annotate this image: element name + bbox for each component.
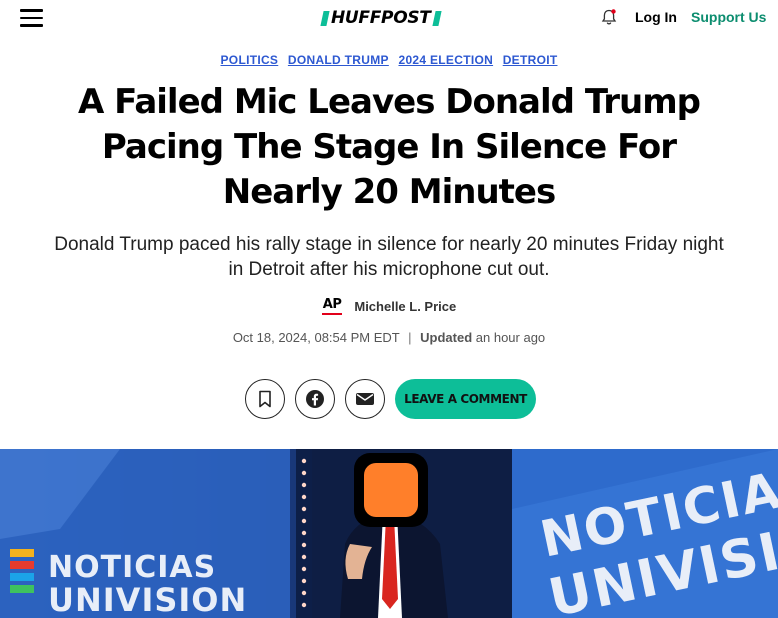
publish-date: Oct 18, 2024, 08:54 PM EDT — [232, 330, 400, 345]
date-separator: | — [408, 330, 412, 345]
tag-detroit[interactable]: DETROIT — [503, 53, 558, 67]
facebook-icon — [306, 390, 324, 408]
left-sign-top: NOTICIAS — [48, 550, 216, 585]
email-share-button[interactable] — [345, 379, 385, 419]
bookmark-icon — [259, 390, 271, 408]
share-bar: LEAVE A COMMENT — [245, 379, 536, 419]
leave-comment-button[interactable]: LEAVE A COMMENT — [395, 379, 536, 419]
left-sign-bottom: UNIVISION — [48, 581, 247, 618]
login-link[interactable]: Log In — [635, 9, 677, 25]
hamburger-menu-icon[interactable] — [20, 9, 43, 27]
tag-donald-trump[interactable]: DONALD TRUMP — [288, 53, 389, 67]
dateline: Oct 18, 2024, 08:54 PM EDT | Updated an … — [0, 330, 778, 345]
support-us-link[interactable]: Support Us — [691, 9, 766, 25]
article-headline: A Failed Mic Leaves Donald Trump Pacing … — [77, 82, 701, 212]
tag-2024-election[interactable]: 2024 ELECTION — [398, 53, 493, 67]
article-subhead: Donald Trump paced his rally stage in si… — [54, 234, 724, 280]
updated-value: an hour ago — [475, 330, 546, 345]
bell-icon[interactable] — [600, 8, 618, 26]
updated-label: Updated — [420, 330, 473, 345]
logo-text: HUFFPOST — [331, 8, 431, 28]
site-header: HUFFPOST Log In Support Us — [0, 0, 778, 36]
logo-bar-right — [432, 10, 442, 26]
tag-politics[interactable]: POLITICS — [221, 53, 279, 67]
ap-logo[interactable]: AP — [321, 297, 343, 315]
facebook-share-button[interactable] — [295, 379, 335, 419]
huffpost-logo[interactable]: HUFFPOST — [320, 8, 442, 28]
bookmark-button[interactable] — [245, 379, 285, 419]
byline: AP Michelle L. Price — [0, 297, 778, 315]
logo-bar-left — [320, 10, 330, 26]
hero-image: NOTICIAS UNIVISION NOTICIA UNIVISI — [0, 449, 778, 618]
topic-tags: POLITICS DONALD TRUMP 2024 ELECTION DETR… — [0, 53, 778, 67]
author-name[interactable]: Michelle L. Price — [354, 299, 456, 314]
hero-scene: NOTICIAS UNIVISION NOTICIA UNIVISI — [0, 449, 778, 618]
email-icon — [356, 393, 374, 405]
